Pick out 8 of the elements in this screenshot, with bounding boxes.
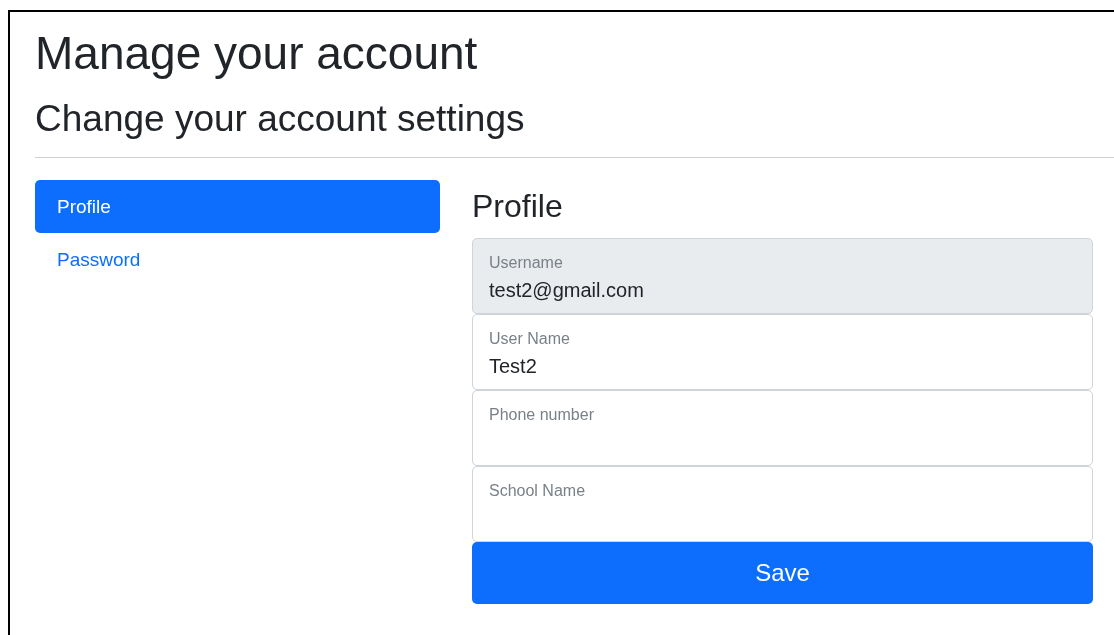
text-field[interactable]: Phone number [472, 390, 1093, 466]
page-subtitle: Change your account settings [35, 100, 525, 137]
text-field[interactable]: User Name Test2 [472, 314, 1093, 390]
text-field[interactable]: School Name [472, 466, 1093, 542]
nav-link[interactable]: Password [35, 233, 440, 286]
section-title: Profile [472, 190, 563, 222]
nav-link[interactable]: Profile [35, 180, 440, 233]
save-button[interactable]: Save [472, 542, 1093, 604]
